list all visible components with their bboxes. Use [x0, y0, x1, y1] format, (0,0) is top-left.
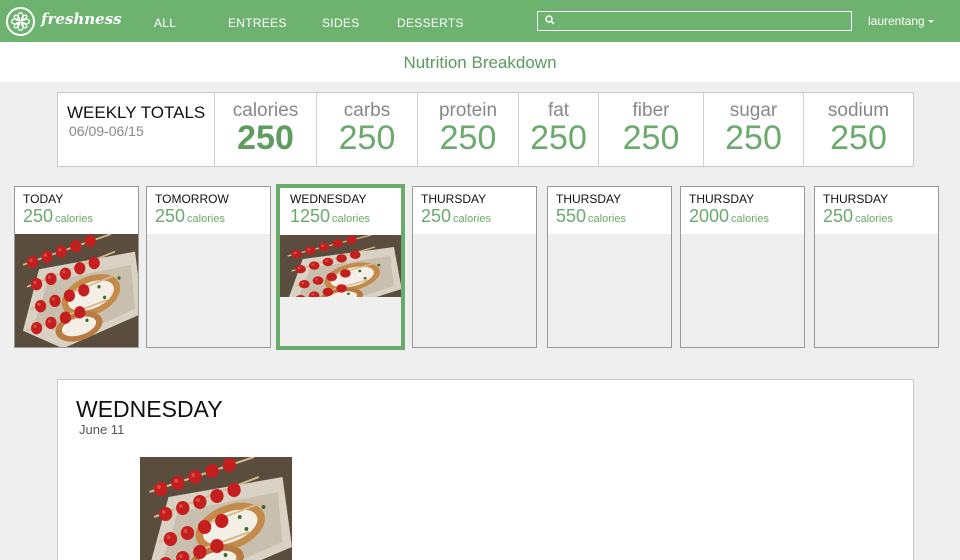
- day-name: TOMORROW: [155, 192, 229, 206]
- stat-value: 250: [830, 119, 887, 157]
- day-name: THURSDAY: [823, 192, 889, 206]
- day-name: THURSDAY: [689, 192, 755, 206]
- day-card-today[interactable]: TODAY 250 calories: [14, 186, 139, 348]
- weekly-totals-header: WEEKLY TOTALS 06/09-06/15: [58, 93, 215, 166]
- meal-photo[interactable]: [280, 235, 401, 297]
- day-card-header: THURSDAY 250 calories: [413, 187, 536, 234]
- top-navbar: freshness ALL ENTREES SIDES DESSERTS lau…: [0, 0, 960, 42]
- stat-value: 250: [338, 119, 396, 157]
- day-calories-value: 250: [823, 206, 854, 226]
- weekly-totals-panel: WEEKLY TOTALS 06/09-06/15 calories 250 c…: [57, 92, 914, 167]
- day-calories-unit: calories: [855, 213, 893, 225]
- user-menu[interactable]: laurentang: [868, 14, 934, 28]
- day-calories: 2000 calories: [689, 206, 769, 227]
- detail-date: June 11: [79, 422, 125, 437]
- stat-protein: protein 250: [418, 93, 519, 166]
- day-calories: 1250 calories: [290, 206, 370, 227]
- day-calories: 250 calories: [421, 206, 491, 227]
- day-calories-unit: calories: [55, 213, 93, 225]
- meal-photo[interactable]: [15, 234, 138, 347]
- day-card-header: THURSDAY 550 calories: [548, 187, 671, 234]
- day-calories-unit: calories: [453, 213, 491, 225]
- day-name: WEDNESDAY: [290, 192, 367, 206]
- weekly-totals-title: WEEKLY TOTALS: [67, 103, 206, 122]
- stat-value: 250: [622, 119, 680, 157]
- day-calories-unit: calories: [187, 213, 225, 225]
- day-card-header: WEDNESDAY 1250 calories: [280, 188, 401, 235]
- meal-photo[interactable]: [140, 457, 292, 560]
- day-calories-value: 250: [23, 206, 54, 226]
- day-calories-unit: calories: [588, 213, 626, 225]
- nav-link-all[interactable]: ALL: [154, 16, 176, 30]
- day-card-thursday[interactable]: THURSDAY 250 calories: [412, 186, 537, 348]
- stat-value: 250: [530, 119, 587, 157]
- day-card-header: THURSDAY 2000 calories: [681, 187, 804, 234]
- day-calories: 250 calories: [823, 206, 893, 227]
- stat-value: 250: [439, 119, 497, 157]
- day-calories-value: 250: [421, 206, 452, 226]
- day-card-header: TODAY 250 calories: [15, 187, 138, 234]
- day-calories: 250 calories: [155, 206, 225, 227]
- day-detail-panel: WEDNESDAY June 11: [57, 379, 914, 560]
- day-card-thursday[interactable]: THURSDAY 250 calories: [814, 186, 939, 348]
- day-calories-value: 250: [155, 206, 186, 226]
- day-calories-unit: calories: [332, 213, 370, 225]
- day-calories-value: 2000: [689, 206, 730, 226]
- title-bar: Nutrition Breakdown: [0, 42, 960, 82]
- day-calories-unit: calories: [731, 213, 769, 225]
- detail-day-title: WEDNESDAY: [76, 396, 223, 422]
- nav-link-entrees[interactable]: ENTREES: [228, 16, 287, 30]
- day-card-thursday[interactable]: THURSDAY 550 calories: [547, 186, 672, 348]
- stat-value: 250: [237, 119, 294, 157]
- search-input[interactable]: [537, 11, 852, 31]
- day-card-header: THURSDAY 250 calories: [815, 187, 938, 234]
- day-name: THURSDAY: [556, 192, 622, 206]
- day-calories: 250 calories: [23, 206, 93, 227]
- search-icon: [545, 15, 555, 25]
- page-title: Nutrition Breakdown: [403, 53, 557, 72]
- day-card-wednesday-selected[interactable]: WEDNESDAY 1250 calories: [276, 184, 405, 350]
- day-name: THURSDAY: [421, 192, 487, 206]
- citrus-slice-icon[interactable]: [6, 7, 35, 36]
- stat-carbs: carbs 250: [317, 93, 418, 166]
- nav-link-desserts[interactable]: DESSERTS: [397, 16, 464, 30]
- stat-value: 250: [725, 119, 782, 157]
- stat-fiber: fiber 250: [599, 93, 704, 166]
- stat-fat: fat 250: [519, 93, 599, 166]
- day-calories-value: 550: [556, 206, 587, 226]
- brand-logo-text[interactable]: freshness: [41, 10, 122, 28]
- user-name: laurentang: [868, 14, 925, 28]
- stat-calories: calories 250: [215, 93, 317, 166]
- weekly-totals-range: 06/09-06/15: [69, 123, 144, 139]
- day-card-header: TOMORROW 250 calories: [147, 187, 270, 234]
- day-calories: 550 calories: [556, 206, 626, 227]
- stat-sodium: sodium 250: [804, 93, 913, 166]
- day-card-tomorrow[interactable]: TOMORROW 250 calories: [146, 186, 271, 348]
- day-card-thursday[interactable]: THURSDAY 2000 calories: [680, 186, 805, 348]
- caret-down-icon: [927, 20, 934, 24]
- stat-sugar: sugar 250: [704, 93, 804, 166]
- day-name: TODAY: [23, 192, 64, 206]
- day-calories-value: 1250: [290, 206, 331, 226]
- nav-link-sides[interactable]: SIDES: [322, 16, 360, 30]
